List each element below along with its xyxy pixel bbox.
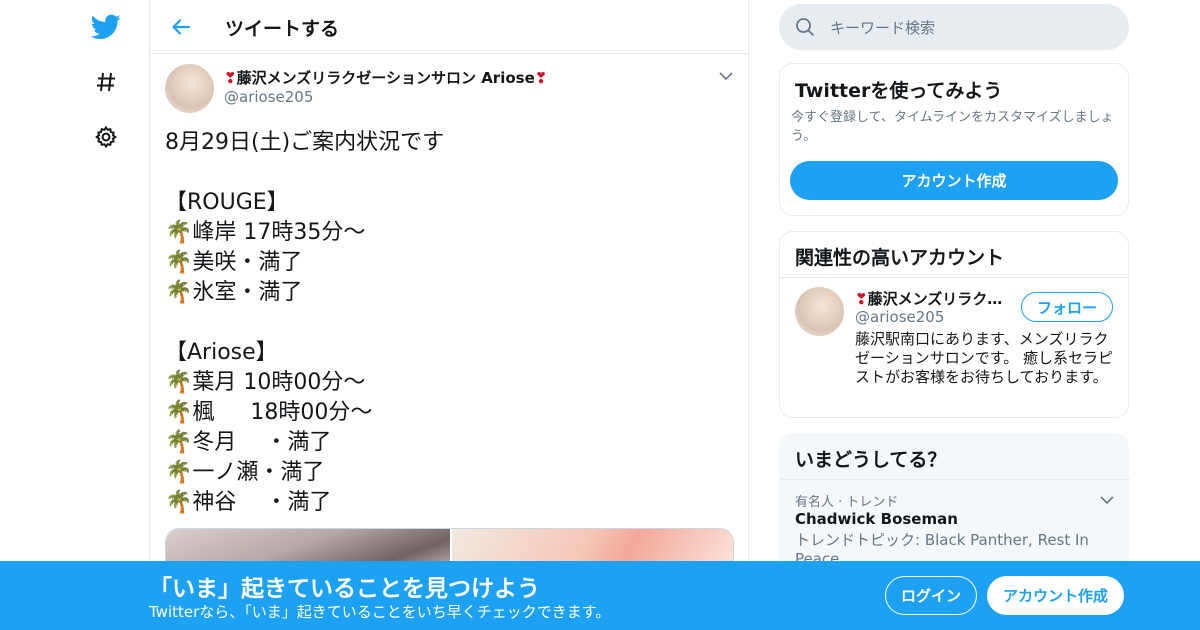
bottom-signup-bar: 「いま」起きていることを見つけよう Twitterなら、「いま」起きていることを…	[0, 561, 1200, 630]
trend-menu-button[interactable]	[1097, 490, 1117, 510]
search-input[interactable]: キーワード検索	[830, 17, 935, 38]
trends-card: いまどうしてる？ 有名人 · トレンド Chadwick Boseman トレン…	[779, 433, 1130, 573]
arrow-left-icon	[172, 19, 191, 35]
left-nav	[0, 0, 150, 630]
heart-exclamation-icon: ❣	[855, 290, 868, 308]
heart-exclamation-icon: ❣	[534, 69, 548, 87]
chevron-down-icon	[1100, 496, 1114, 505]
card-title: Twitterを使ってみよう	[795, 80, 1003, 102]
page-header: ツイートする	[150, 0, 748, 54]
related-account-name[interactable]: ❣藤沢メンズリラク…	[855, 288, 1013, 309]
related-account-bio: 藤沢駅南口にあります、メンズリラクゼーションサロンです。 癒し系セラピストがお客…	[855, 330, 1113, 386]
avatar[interactable]	[795, 287, 844, 336]
divider	[780, 277, 1128, 278]
avatar[interactable]	[165, 64, 214, 113]
search-box[interactable]: キーワード検索	[779, 4, 1129, 50]
back-button[interactable]	[166, 12, 196, 42]
chevron-down-icon	[719, 72, 733, 81]
follow-button[interactable]: フォロー	[1021, 292, 1113, 322]
card-description: 今すぐ登録して、タイムラインをカスタマイズしましょう。	[791, 110, 1114, 144]
hashtag-icon[interactable]	[90, 66, 122, 98]
trend-meta: 有名人 · トレンド	[795, 495, 899, 510]
card-title: いまどうしてる？	[795, 449, 947, 471]
search-icon	[796, 18, 814, 36]
tweet-text: 8月29日(土)ご案内状況です 【ROUGE】 🌴峰岸 17時35分～ 🌴美咲・…	[165, 130, 445, 515]
gear-icon[interactable]	[90, 121, 122, 153]
related-accounts-card: 関連性の高いアカウント ❣藤沢メンズリラク… @ariose205 フォロー 藤…	[779, 231, 1129, 418]
tweet-author-name[interactable]: ❣藤沢メンズリラクゼーションサロン Ariose❣	[224, 67, 547, 88]
bar-title: 「いま」起きていることを見つけよう	[149, 576, 540, 602]
heart-exclamation-icon: ❣	[224, 69, 237, 87]
page-title: ツイートする	[225, 18, 340, 40]
trend-name[interactable]: Chadwick Boseman	[795, 510, 958, 528]
related-account-handle[interactable]: @ariose205	[855, 308, 944, 326]
twitter-logo-icon[interactable]	[90, 11, 122, 43]
main-column: ツイートする ❣藤沢メンズリラクゼーションサロン Ariose❣ @ariose…	[149, 0, 749, 630]
bar-subtitle: Twitterなら、「いま」起きていることをいち早くチェックできます。	[149, 603, 611, 621]
signup-card: Twitterを使ってみよう 今すぐ登録して、タイムラインをカスタマイズしましょ…	[779, 63, 1129, 216]
divider	[780, 479, 1130, 480]
create-account-button[interactable]: アカウント作成	[790, 161, 1118, 200]
tweet-author-handle[interactable]: @ariose205	[224, 88, 313, 106]
login-button[interactable]: ログイン	[885, 576, 977, 615]
signup-button[interactable]: アカウント作成	[987, 576, 1124, 615]
tweet-menu-button[interactable]	[716, 66, 736, 86]
card-title: 関連性の高いアカウント	[795, 247, 1005, 269]
